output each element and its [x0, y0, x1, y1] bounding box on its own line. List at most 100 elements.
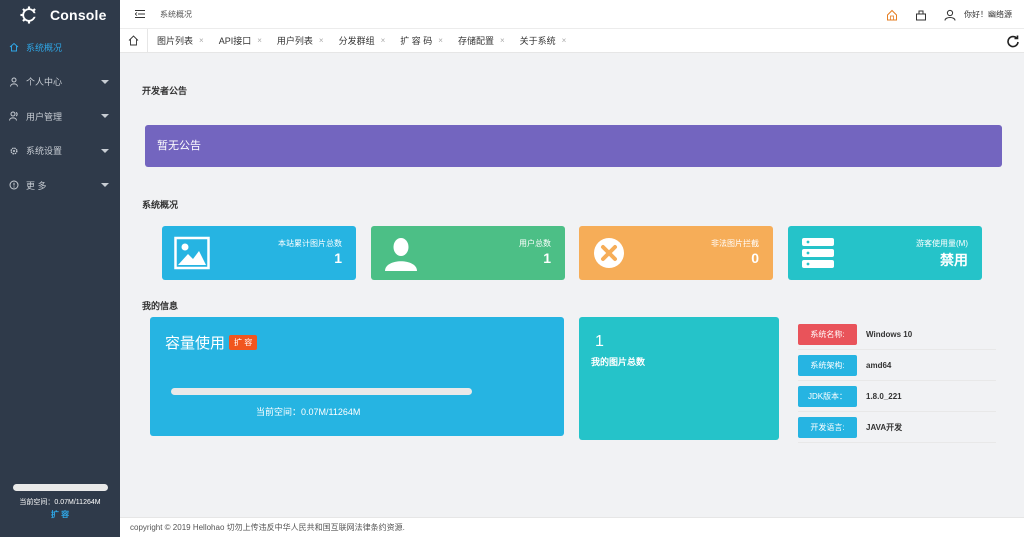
- info-value: amd64: [866, 360, 892, 370]
- tab-label: 关于系统: [519, 36, 556, 46]
- sidebar-item-label: 系统设置: [26, 146, 63, 157]
- sidebar-item-users[interactable]: 用户管理: [0, 99, 120, 134]
- close-icon[interactable]: ×: [500, 36, 505, 45]
- stat-value: 0: [751, 250, 759, 266]
- avatar-icon[interactable]: [944, 9, 956, 21]
- chevron-down-icon: [101, 148, 109, 153]
- tab-label: 扩 容 码: [400, 36, 433, 46]
- shop-icon[interactable]: [915, 9, 927, 21]
- tab-expand-code[interactable]: 扩 容 码 ×: [391, 29, 449, 53]
- stat-card-total-images: 本站累计图片总数 1: [162, 226, 356, 280]
- stat-card-blocked-images: 非法图片拦截 0: [579, 226, 773, 280]
- tab-bar: 图片列表 × API接口 × 用户列表 × 分发群组 × 扩 容 码 × 存储配置 × 关于…: [120, 28, 1024, 53]
- tab-storage-config[interactable]: 存储配置 ×: [449, 29, 511, 53]
- notice-section-title: 开发者公告: [142, 86, 188, 96]
- image-icon: [174, 236, 210, 270]
- top-header: 系统概况 你好！幽络源: [120, 0, 1024, 29]
- myinfo-section-title: 我的信息: [142, 301, 179, 311]
- close-icon[interactable]: ×: [257, 36, 262, 45]
- tab-user-list[interactable]: 用户列表 ×: [268, 29, 330, 53]
- system-info-list: 系统名称: Windows 10 系统架构: amd64 JDK版本： 1.8.…: [798, 319, 996, 443]
- chevron-down-icon: [101, 79, 109, 84]
- sidebar-item-personal[interactable]: 个人中心: [0, 65, 120, 100]
- sidebar-item-label: 系统概况: [26, 42, 63, 53]
- sidebar: Console 系统概况 个人中心 用户管理 系统设置 更 多 当前空间：0.0…: [0, 0, 120, 537]
- my-pictures-card: 1 我的图片总数: [579, 317, 779, 440]
- stat-card-users: 用户总数 1: [371, 226, 565, 280]
- overview-section-title: 系统概况: [142, 200, 179, 210]
- logo[interactable]: Console: [0, 0, 120, 30]
- user-silhouette-icon: [385, 238, 417, 271]
- close-circle-icon: [594, 238, 624, 268]
- info-key: JDK版本：: [798, 385, 857, 407]
- home-icon: [9, 43, 19, 52]
- refresh-icon[interactable]: [1006, 34, 1020, 48]
- tab-api[interactable]: API接口 ×: [210, 29, 268, 53]
- tab-label: 分发群组: [338, 36, 375, 46]
- home-outline-icon[interactable]: [886, 9, 898, 21]
- user-icon: [10, 77, 18, 87]
- storage-progress-bar: [12, 484, 108, 491]
- tab-groups[interactable]: 分发群组 ×: [330, 29, 392, 53]
- users-icon: [9, 111, 18, 121]
- sidebar-item-settings[interactable]: 系统设置: [0, 134, 120, 169]
- tab-label: 图片列表: [157, 36, 194, 46]
- capacity-progress-bar: [171, 388, 472, 395]
- close-icon[interactable]: ×: [381, 36, 386, 45]
- sidebar-item-label: 用户管理: [26, 111, 63, 122]
- settings-icon: [10, 147, 18, 155]
- capacity-title: 容量使用: [165, 335, 226, 352]
- storage-text: 当前空间：0.07M/11264M: [19, 499, 101, 506]
- gear-logo-icon: [20, 6, 38, 24]
- tab-label: API接口: [218, 36, 252, 46]
- tab-label: 存储配置: [457, 36, 494, 46]
- close-icon[interactable]: ×: [562, 36, 567, 45]
- close-icon[interactable]: ×: [319, 36, 324, 45]
- info-value: JAVA开发: [866, 422, 903, 432]
- tab-home[interactable]: [120, 28, 148, 53]
- stat-label: 用户总数: [519, 239, 551, 248]
- sidebar-item-overview[interactable]: 系统概况: [0, 30, 120, 65]
- app-name: Console: [50, 7, 107, 23]
- header-actions: 你好！幽络源: [869, 0, 1012, 29]
- main-content: 开发者公告 暂无公告 系统概况 本站累计图片总数 1 用户总数 1 非法图片拦截…: [120, 53, 1024, 517]
- sidebar-item-more[interactable]: 更 多: [0, 168, 120, 203]
- info-value: 1.8.0_221: [866, 391, 902, 401]
- stat-value: 1: [543, 250, 551, 266]
- expand-link[interactable]: 扩 容: [0, 509, 120, 520]
- close-icon[interactable]: ×: [199, 36, 204, 45]
- server-icon: [802, 238, 834, 268]
- stat-value: 1: [334, 250, 342, 266]
- notice-banner: 暂无公告: [145, 125, 1002, 167]
- footer: copyright © 2019 Hellohao 切勿上传违反中华人民共和国互…: [120, 517, 1024, 537]
- chevron-down-icon: [101, 183, 109, 187]
- info-row-jdk: JDK版本： 1.8.0_221: [798, 381, 996, 412]
- sidebar-storage: 当前空间：0.07M/11264M 扩 容: [0, 484, 120, 520]
- tab-image-list[interactable]: 图片列表 ×: [148, 29, 210, 53]
- stat-card-guest-usage: 游客使用量(M) 禁用: [788, 226, 982, 280]
- info-key: 开发语言:: [798, 416, 857, 438]
- breadcrumb: 系统概况: [160, 9, 192, 19]
- info-icon: [9, 180, 19, 190]
- user-greeting[interactable]: 你好！幽络源: [964, 9, 1012, 20]
- capacity-text: 当前空间：0.07M/11264M: [256, 407, 361, 417]
- info-key: 系统架构:: [798, 354, 857, 376]
- info-key: 系统名称:: [798, 323, 857, 345]
- expand-button[interactable]: 扩 容: [229, 335, 258, 350]
- info-row-language: 开发语言: JAVA开发: [798, 412, 996, 443]
- capacity-card: 容量使用 扩 容 当前空间：0.07M/11264M: [150, 317, 564, 436]
- stat-label: 游客使用量(M): [916, 239, 968, 248]
- home-tab-icon: [128, 35, 139, 46]
- info-row-arch: 系统架构: amd64: [798, 350, 996, 381]
- tab-about[interactable]: 关于系统 ×: [511, 29, 573, 53]
- sidebar-item-label: 更 多: [26, 180, 47, 191]
- stat-label: 本站累计图片总数: [278, 239, 342, 248]
- tab-label: 用户列表: [276, 36, 313, 46]
- stat-value: 禁用: [940, 252, 968, 268]
- chevron-down-icon: [101, 114, 109, 118]
- stat-label: 非法图片拦截: [711, 239, 759, 248]
- close-icon[interactable]: ×: [438, 36, 443, 45]
- menu-toggle-icon[interactable]: [135, 10, 145, 18]
- sidebar-item-label: 个人中心: [26, 77, 63, 88]
- info-value: Windows 10: [866, 329, 913, 339]
